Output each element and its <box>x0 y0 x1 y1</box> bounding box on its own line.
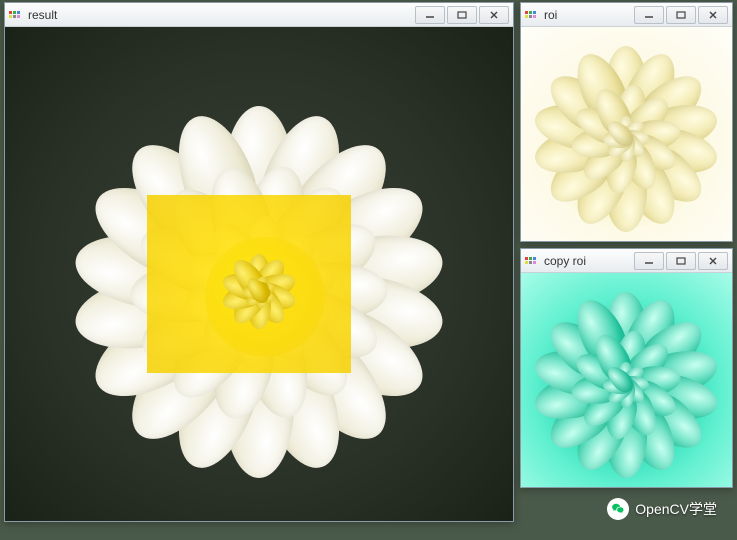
copy-roi-image <box>521 273 732 487</box>
app-icon <box>9 8 23 22</box>
titlebar-roi[interactable]: roi <box>521 3 732 27</box>
app-icon <box>525 8 539 22</box>
window-title: roi <box>544 8 632 22</box>
close-button[interactable] <box>479 6 509 24</box>
window-roi: roi <box>520 2 733 242</box>
window-title: result <box>28 8 413 22</box>
close-button[interactable] <box>698 252 728 270</box>
wechat-icon <box>607 498 629 520</box>
app-icon <box>525 254 539 268</box>
minimize-button[interactable] <box>634 6 664 24</box>
minimize-button[interactable] <box>415 6 445 24</box>
window-result: result <box>4 2 514 522</box>
roi-image <box>521 27 732 241</box>
minimize-button[interactable] <box>634 252 664 270</box>
window-controls <box>632 252 728 270</box>
maximize-button[interactable] <box>447 6 477 24</box>
window-controls <box>413 6 509 24</box>
close-button[interactable] <box>698 6 728 24</box>
maximize-button[interactable] <box>666 252 696 270</box>
titlebar-copy-roi[interactable]: copy roi <box>521 249 732 273</box>
titlebar-result[interactable]: result <box>5 3 513 27</box>
maximize-button[interactable] <box>666 6 696 24</box>
window-title: copy roi <box>544 254 632 268</box>
result-image <box>5 27 513 521</box>
window-controls <box>632 6 728 24</box>
watermark: OpenCV学堂 <box>607 498 717 520</box>
watermark-label: OpenCV学堂 <box>635 499 717 519</box>
window-copy-roi: copy roi <box>520 248 733 488</box>
